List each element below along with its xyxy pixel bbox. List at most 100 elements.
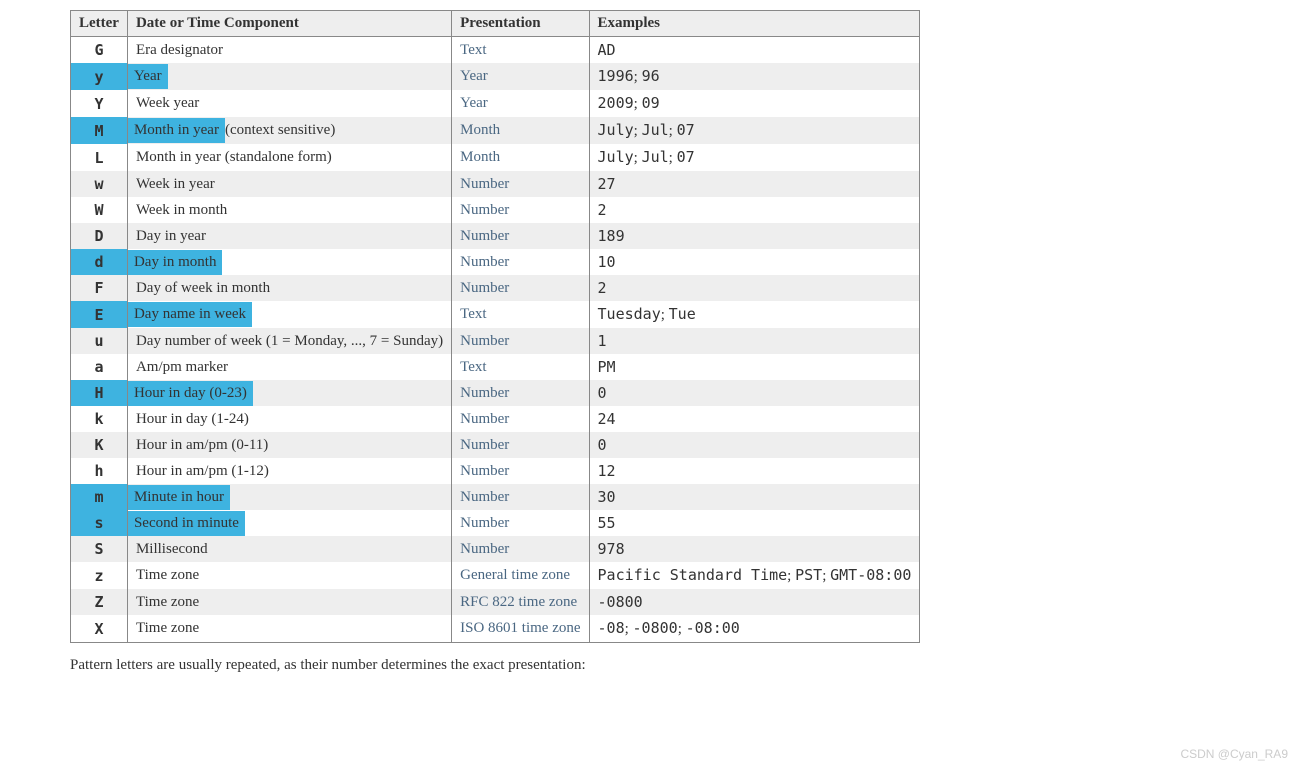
presentation-link[interactable]: RFC 822 time zone	[460, 594, 577, 610]
date-format-patterns-table: Letter Date or Time Component Presentati…	[70, 10, 920, 643]
cell-letter: E	[71, 301, 128, 328]
presentation-link[interactable]: Number	[460, 176, 509, 192]
presentation-link[interactable]: Month	[460, 149, 500, 165]
presentation-link[interactable]: Number	[460, 515, 509, 531]
cell-letter: M	[71, 117, 128, 144]
presentation-link[interactable]: Number	[460, 385, 509, 401]
presentation-link[interactable]: General time zone	[460, 567, 570, 583]
cell-examples: 0	[589, 432, 920, 458]
presentation-link[interactable]: Number	[460, 280, 509, 296]
cell-examples: 2009; 09	[589, 90, 920, 117]
cell-presentation: ISO 8601 time zone	[452, 615, 589, 643]
presentation-link[interactable]: Text	[460, 306, 486, 322]
presentation-link[interactable]: Year	[460, 68, 488, 84]
cell-description: Hour in day (1-24)	[127, 406, 451, 432]
cell-letter: m	[71, 484, 128, 510]
presentation-link[interactable]: Number	[460, 333, 509, 349]
cell-letter: z	[71, 562, 128, 589]
cell-letter: X	[71, 615, 128, 643]
cell-letter: a	[71, 354, 128, 380]
cell-description: Time zone	[127, 589, 451, 615]
cell-description: Hour in day (0-23)	[127, 380, 451, 406]
presentation-link[interactable]: ISO 8601 time zone	[460, 620, 580, 636]
cell-presentation: Text	[452, 37, 589, 64]
table-row: DDay in year Number 189	[71, 223, 920, 249]
cell-examples: 1	[589, 328, 920, 354]
cell-examples: Tuesday; Tue	[589, 301, 920, 328]
table-row: dDay in month Number 10	[71, 249, 920, 275]
watermark: CSDN @Cyan_RA9	[1180, 747, 1288, 761]
cell-examples: 0	[589, 380, 920, 406]
table-row: hHour in am/pm (1-12)Number12	[71, 458, 920, 484]
cell-letter: K	[71, 432, 128, 458]
table-row: HHour in day (0-23)Number0	[71, 380, 920, 406]
table-row: aAm/pm marker Text PM	[71, 354, 920, 380]
cell-examples: July; Jul; 07	[589, 117, 920, 144]
cell-presentation: Number	[452, 536, 589, 562]
table-row: sSecond in minuteNumber55	[71, 510, 920, 536]
cell-description: Day name in week	[127, 301, 451, 328]
cell-description: Time zone	[127, 615, 451, 643]
cell-letter: k	[71, 406, 128, 432]
cell-description: Day number of week (1 = Monday, ..., 7 =…	[127, 328, 451, 354]
presentation-link[interactable]: Number	[460, 411, 509, 427]
cell-letter: D	[71, 223, 128, 249]
cell-examples: 978	[589, 536, 920, 562]
cell-presentation: Number	[452, 328, 589, 354]
presentation-link[interactable]: Text	[460, 42, 486, 58]
presentation-link[interactable]: Month	[460, 122, 500, 138]
cell-letter: d	[71, 249, 128, 275]
cell-presentation: Number	[452, 223, 589, 249]
cell-presentation: Year	[452, 63, 589, 90]
cell-presentation: RFC 822 time zone	[452, 589, 589, 615]
table-row: zTime zoneGeneral time zonePacific Stand…	[71, 562, 920, 589]
table-row: MMonth in year (context sensitive) Month J…	[71, 117, 920, 144]
cell-letter: F	[71, 275, 128, 301]
cell-examples: 189	[589, 223, 920, 249]
presentation-link[interactable]: Year	[460, 95, 488, 111]
presentation-link[interactable]: Text	[460, 359, 486, 375]
cell-examples: 10	[589, 249, 920, 275]
cell-description: Hour in am/pm (0-11)	[127, 432, 451, 458]
cell-description: Month in year (context sensitive)	[127, 117, 451, 144]
col-presentation: Presentation	[452, 11, 589, 37]
cell-presentation: Month	[452, 144, 589, 171]
table-row: YWeek yearYear2009; 09	[71, 90, 920, 117]
cell-presentation: Number	[452, 380, 589, 406]
presentation-link[interactable]: Number	[460, 228, 509, 244]
presentation-link[interactable]: Number	[460, 202, 509, 218]
cell-description: Year	[127, 63, 451, 90]
presentation-link[interactable]: Number	[460, 541, 509, 557]
cell-presentation: Number	[452, 432, 589, 458]
cell-letter: h	[71, 458, 128, 484]
cell-description: Day in month	[127, 249, 451, 275]
table-row: ZTime zoneRFC 822 time zone-0800	[71, 589, 920, 615]
cell-examples: PM	[589, 354, 920, 380]
col-description: Date or Time Component	[127, 11, 451, 37]
cell-examples: 1996; 96	[589, 63, 920, 90]
cell-description: Millisecond	[127, 536, 451, 562]
cell-description: Era designator	[127, 37, 451, 64]
cell-description: Month in year (standalone form)	[127, 144, 451, 171]
presentation-link[interactable]: Number	[460, 437, 509, 453]
cell-description: Week in month	[127, 197, 451, 223]
cell-letter: L	[71, 144, 128, 171]
cell-description: Am/pm marker	[127, 354, 451, 380]
col-letter: Letter	[71, 11, 128, 37]
cell-presentation: Text	[452, 301, 589, 328]
table-row: yYearYear1996; 96	[71, 63, 920, 90]
table-row: mMinute in hourNumber30	[71, 484, 920, 510]
presentation-link[interactable]: Number	[460, 254, 509, 270]
cell-presentation: Number	[452, 249, 589, 275]
cell-presentation: Number	[452, 406, 589, 432]
table-row: WWeek in monthNumber2	[71, 197, 920, 223]
cell-examples: 2	[589, 275, 920, 301]
col-examples: Examples	[589, 11, 920, 37]
cell-examples: 2	[589, 197, 920, 223]
cell-description: Day in year	[127, 223, 451, 249]
cell-presentation: Number	[452, 171, 589, 197]
table-header-row: Letter Date or Time Component Presentati…	[71, 11, 920, 37]
cell-letter: y	[71, 63, 128, 90]
presentation-link[interactable]: Number	[460, 463, 509, 479]
presentation-link[interactable]: Number	[460, 489, 509, 505]
